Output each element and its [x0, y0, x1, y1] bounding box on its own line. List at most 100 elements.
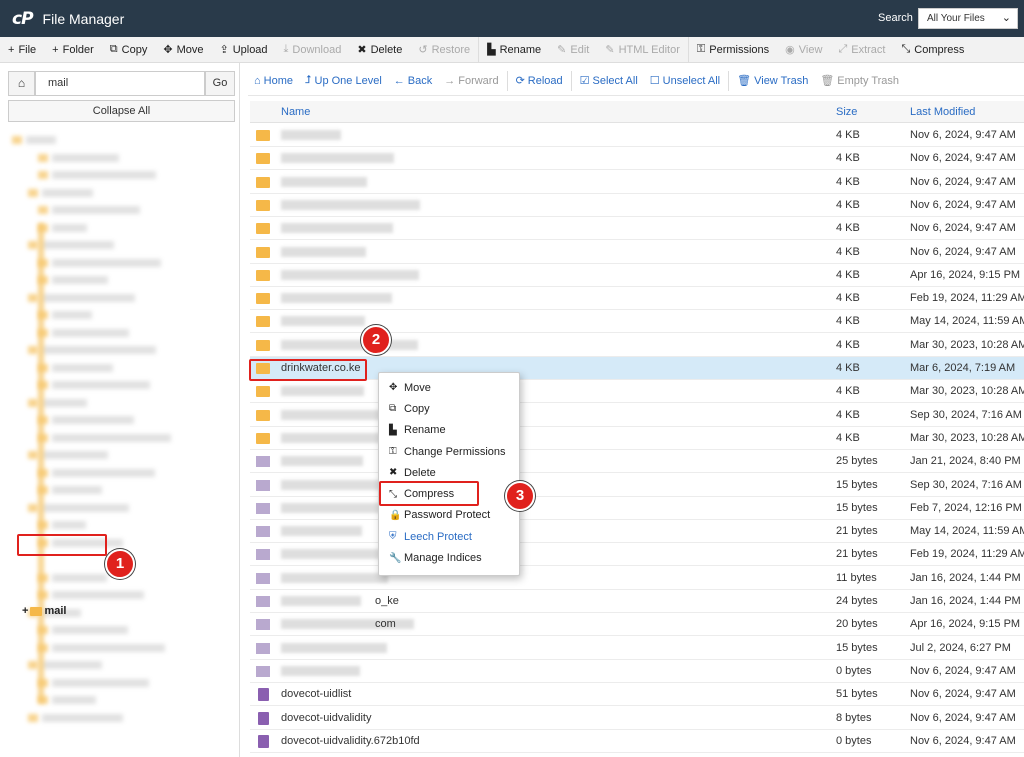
nav-back-button[interactable]: ← Back [388, 66, 438, 95]
toolbar-compress-button[interactable]: ⤡ Compress [893, 37, 972, 62]
table-row[interactable]: 4 KB Nov 6, 2024, 9:47 AM [250, 194, 1024, 217]
nav-view-trash-button[interactable]: 🗑 View Trash [731, 66, 814, 95]
redacted-folder-icon [28, 188, 38, 197]
home-button[interactable]: ⌂ [8, 71, 35, 96]
context-menu-change-permissions[interactable]: ⚿ Change Permissions [379, 441, 519, 462]
nav-home-button[interactable]: ⌂ Home [248, 66, 299, 95]
redacted-folder-icon [38, 171, 48, 179]
table-row[interactable]: 4 KB Sep 30, 2024, 7:16 AM [250, 404, 1024, 427]
nav-empty-trash-button[interactable]: 🗑 Empty Trash [814, 66, 905, 95]
table-row[interactable]: 25 bytes Jan 21, 2024, 8:40 PM [250, 450, 1024, 474]
table-row[interactable]: 15 bytes Feb 7, 2024, 12:16 PM [250, 497, 1024, 520]
redacted-text [52, 573, 107, 582]
file-size: 20 bytes [836, 618, 878, 631]
file-size: 15 bytes [836, 641, 878, 654]
key-icon: ⚿ [389, 446, 397, 458]
expand-toggle[interactable]: + [22, 605, 28, 617]
toolbar-extract-button[interactable]: ⤢ Extract [830, 37, 893, 62]
context-menu-label: Change Permissions [404, 445, 506, 458]
nav-label: View Trash [754, 74, 809, 87]
context-menu-password-protect[interactable]: 🔒 Password Protect [379, 505, 519, 526]
table-row[interactable]: o_ke 24 bytes Jan 16, 2024, 1:44 PM [250, 590, 1024, 613]
context-menu-manage-indices[interactable]: 🔧 Manage Indices [379, 547, 519, 568]
file-icon [258, 688, 269, 702]
table-row[interactable]: 21 bytes Feb 19, 2024, 11:29 AM [250, 543, 1024, 567]
redacted-folder-icon [28, 293, 38, 302]
toolbar-view-button[interactable]: ◉ View [777, 37, 830, 62]
tree-item-mail[interactable]: + mail [22, 602, 66, 620]
check-square-icon: ☑ [579, 75, 590, 87]
table-row[interactable]: dovecot-uidvalidity 8 bytes Nov 6, 2024, 9… [250, 707, 1024, 730]
path-input[interactable]: mail [35, 71, 205, 96]
column-last-modified[interactable]: Last Modified [910, 106, 975, 118]
table-row[interactable]: 4 KB Apr 16, 2024, 9:15 PM [250, 264, 1024, 287]
file-last-modified: Nov 6, 2024, 9:47 AM [910, 711, 1016, 724]
file-icon [256, 456, 270, 468]
redacted-text [52, 223, 87, 232]
context-menu-move[interactable]: ✥ Move [379, 377, 519, 398]
table-row[interactable]: 4 KB Feb 19, 2024, 11:29 AM [250, 287, 1024, 311]
table-row[interactable]: 11 bytes Jan 16, 2024, 1:44 PM [250, 567, 1024, 590]
table-row[interactable]: 15 bytes Sep 30, 2024, 7:16 AM [250, 474, 1024, 497]
toolbar-download-button[interactable]: ⤓ Download [276, 37, 350, 62]
table-row[interactable]: 4 KB Mar 30, 2023, 10:28 AM [250, 427, 1024, 450]
table-row[interactable]: 4 KB Nov 6, 2024, 9:47 AM [250, 147, 1024, 171]
context-menu-label: Leech Protect [404, 530, 472, 543]
search-scope-select[interactable]: All Your Files ⌄ [918, 8, 1018, 29]
redacted-text [52, 626, 128, 634]
context-menu-rename[interactable]: ▙ Rename [379, 420, 519, 441]
table-row[interactable]: 4 KB Mar 30, 2023, 10:28 AM [250, 380, 1024, 404]
file-last-modified: Jan 21, 2024, 8:40 PM [910, 455, 1021, 468]
toolbar-permissions-button[interactable]: ⚿ Permissions [689, 37, 777, 62]
redacted-text [52, 416, 134, 424]
file-size: 4 KB [836, 152, 860, 165]
redacted-filename [281, 223, 393, 234]
column-name[interactable]: Name [281, 106, 310, 118]
table-row[interactable]: 0 bytes Nov 6, 2024, 9:47 AM [250, 660, 1024, 683]
toolbar-folder-button[interactable]: + Folder [44, 37, 102, 62]
table-row[interactable]: dovecot-uidvalidity.672b10fd 0 bytes Nov 6… [250, 730, 1024, 753]
toolbar-file-button[interactable]: + File [0, 37, 44, 62]
table-row[interactable]: 4 KB Nov 6, 2024, 9:47 AM [250, 217, 1024, 241]
table-row[interactable]: 4 KB Nov 6, 2024, 9:47 AM [250, 124, 1024, 147]
highlight-box-mail [17, 534, 107, 556]
toolbar-html-editor-button[interactable]: ✎ HTML Editor [597, 37, 688, 62]
file-last-modified: Sep 30, 2024, 7:16 AM [910, 408, 1022, 421]
table-row[interactable]: 4 KB Nov 6, 2024, 9:47 AM [250, 241, 1024, 264]
toolbar-edit-button[interactable]: ✎ Edit [549, 37, 597, 62]
go-button[interactable]: Go [205, 71, 235, 96]
context-menu-copy[interactable]: ⧉ Copy [379, 398, 519, 419]
file-icon [258, 734, 269, 748]
toolbar-restore-button[interactable]: ↺ Restore [410, 37, 478, 62]
cpanel-logo[interactable]: cP [12, 9, 34, 29]
column-size[interactable]: Size [836, 106, 857, 118]
toolbar-move-button[interactable]: ✥ Move [155, 37, 211, 62]
app-title: File Manager [42, 10, 125, 27]
table-row[interactable]: com 20 bytes Apr 16, 2024, 9:15 PM [250, 613, 1024, 637]
toolbar-copy-button[interactable]: ⧉ Copy [102, 37, 156, 62]
toolbar-label: Edit [570, 43, 590, 56]
folder-icon [256, 386, 270, 398]
file-icon [256, 502, 270, 514]
nav-select-all-button[interactable]: ☑ Select All [574, 66, 644, 95]
file-size: 4 KB [836, 292, 860, 305]
table-row[interactable]: 15 bytes Jul 2, 2024, 6:27 PM [250, 637, 1024, 660]
nav-up-one-level-button[interactable]: ⮥ Up One Level [299, 66, 388, 95]
toolbar-upload-button[interactable]: ⇪ Upload [211, 37, 275, 62]
nav-unselect-all-button[interactable]: ☐ Unselect All [644, 66, 726, 95]
table-row[interactable]: 4 KB Nov 6, 2024, 9:47 AM [250, 171, 1024, 194]
file-name: dovecot-uidvalidity.672b10fd [281, 734, 420, 747]
toolbar-label: Rename [499, 43, 542, 56]
nav-reload-button[interactable]: ⟳ Reload [510, 66, 569, 95]
file-last-modified: Sep 30, 2024, 7:16 AM [910, 478, 1022, 491]
table-row[interactable]: 21 bytes May 14, 2024, 11:59 AM [250, 520, 1024, 544]
collapse-all-button[interactable]: Collapse All [8, 100, 235, 122]
toolbar-rename-button[interactable]: ▙ Rename [479, 37, 549, 62]
redacted-text [52, 678, 149, 687]
redacted-text [52, 206, 140, 214]
table-row[interactable]: dovecot-uidlist 51 bytes Nov 6, 2024, 9:47… [250, 683, 1024, 707]
trash-icon: 🗑 [820, 75, 835, 87]
nav-forward-button[interactable]: → Forward [438, 66, 504, 95]
toolbar-delete-button[interactable]: ✖ Delete [349, 37, 410, 62]
context-menu-leech-protect[interactable]: ⛨ Leech Protect [379, 526, 519, 547]
